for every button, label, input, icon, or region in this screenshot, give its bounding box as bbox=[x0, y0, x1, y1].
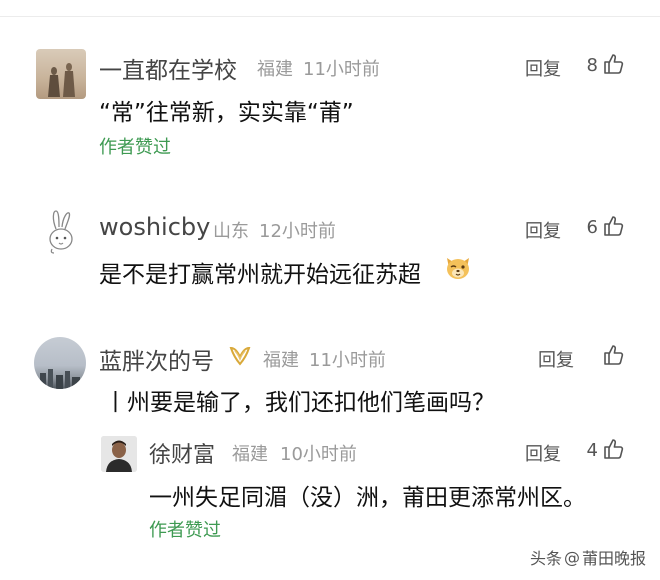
gold-ribbon-badge-icon bbox=[229, 346, 251, 366]
user-location: 福建 bbox=[232, 444, 268, 465]
user-name[interactable]: 徐财富 bbox=[149, 437, 215, 469]
dog-face-emoji-icon bbox=[447, 258, 469, 279]
like-count: 8 bbox=[586, 55, 598, 76]
comment-text: 一州失足同湄（没）洲，莆田更添常州区。 bbox=[149, 485, 586, 511]
reply-button[interactable]: 回复 bbox=[525, 217, 561, 243]
thumbs-up-icon[interactable] bbox=[602, 214, 626, 238]
thumbs-up-icon[interactable] bbox=[602, 52, 626, 76]
reply-button[interactable]: 回复 bbox=[538, 346, 574, 372]
comment-text: 是不是打赢常州就开始远征苏超 bbox=[99, 262, 421, 288]
comment-time: 11小时前 bbox=[303, 59, 380, 80]
like-count: 4 bbox=[586, 440, 598, 461]
user-name[interactable]: woshicby bbox=[99, 213, 210, 241]
user-location: 福建 bbox=[263, 350, 299, 371]
watermark-prefix: 头条 bbox=[529, 549, 562, 568]
top-divider bbox=[0, 16, 660, 17]
comment-time: 11小时前 bbox=[309, 350, 386, 371]
sky-photo-avatar bbox=[40, 369, 80, 389]
rabbit-avatar bbox=[49, 210, 73, 254]
user-name[interactable]: 一直都在学校 bbox=[99, 51, 237, 85]
author-liked-label: 作者赞过 bbox=[149, 520, 221, 541]
thumbs-up-icon[interactable] bbox=[602, 437, 626, 461]
comment-text: “常”往常新，实实靠“莆” bbox=[99, 100, 354, 126]
thumbs-up-icon[interactable] bbox=[602, 343, 626, 367]
man-photo-avatar bbox=[101, 436, 137, 472]
shadow-photo-avatar bbox=[48, 63, 75, 97]
comment-time: 10小时前 bbox=[280, 444, 357, 465]
user-location: 福建 bbox=[257, 59, 293, 80]
at-sign: @ bbox=[563, 547, 580, 567]
watermark-account: 莆田晚报 bbox=[581, 549, 646, 568]
reply-button[interactable]: 回复 bbox=[525, 55, 561, 81]
user-avatar[interactable] bbox=[34, 337, 86, 389]
like-count: 6 bbox=[586, 217, 598, 238]
user-location: 山东 bbox=[213, 221, 249, 242]
source-watermark: 头条 @ 莆田晚报 bbox=[530, 545, 646, 569]
user-avatar[interactable] bbox=[36, 49, 86, 99]
comment-text: 丨州要是输了，我们还扣他们笔画吗？ bbox=[104, 390, 495, 416]
author-liked-label: 作者赞过 bbox=[99, 137, 171, 158]
reply-button[interactable]: 回复 bbox=[525, 440, 561, 466]
comment-time: 12小时前 bbox=[259, 221, 336, 242]
user-name[interactable]: 蓝胖次的号 bbox=[99, 342, 214, 376]
user-avatar[interactable] bbox=[101, 436, 137, 472]
user-avatar[interactable] bbox=[44, 209, 78, 255]
